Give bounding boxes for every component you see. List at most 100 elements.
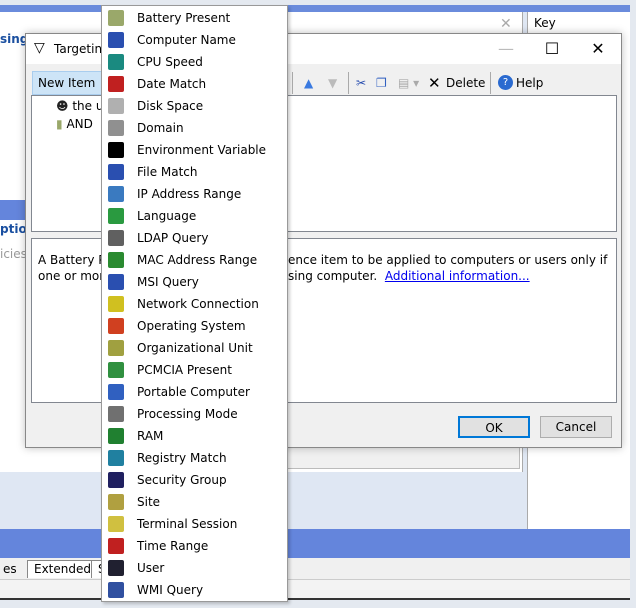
network-computers-icon bbox=[108, 186, 124, 202]
help-button[interactable]: Help bbox=[516, 73, 543, 93]
menu-item[interactable]: Organizational Unit bbox=[102, 337, 287, 359]
menu-item[interactable]: Battery Present bbox=[102, 7, 287, 29]
menu-item[interactable]: MAC Address Range bbox=[102, 249, 287, 271]
group-icon bbox=[108, 472, 124, 488]
menu-item-label: MAC Address Range bbox=[137, 253, 258, 267]
menu-item[interactable]: Portable Computer bbox=[102, 381, 287, 403]
menu-item[interactable]: User bbox=[102, 557, 287, 579]
delete-icon[interactable]: ✕ bbox=[428, 73, 441, 93]
move-down-icon[interactable]: ▼ bbox=[328, 73, 337, 93]
menu-item-label: Time Range bbox=[137, 539, 209, 553]
menu-item-label: Language bbox=[137, 209, 197, 223]
new-item-menu: Battery Present Computer Name CPU Speed Dat… bbox=[101, 5, 288, 602]
network-card-icon bbox=[108, 252, 124, 268]
tree-item-label: the u bbox=[72, 99, 104, 113]
menu-item[interactable]: Environment Variable bbox=[102, 139, 287, 161]
cut-icon[interactable]: ✂ bbox=[356, 73, 366, 93]
key-label: Key bbox=[534, 16, 556, 30]
env-variable-icon bbox=[108, 142, 124, 158]
tab-partial[interactable]: es bbox=[3, 562, 17, 576]
new-item-button[interactable]: New Item ▼ bbox=[32, 71, 104, 112]
menu-item-label: Network Connection bbox=[137, 297, 259, 311]
menu-item-label: LDAP Query bbox=[137, 231, 209, 245]
cancel-button[interactable]: Cancel bbox=[540, 416, 612, 438]
menu-item-label: CPU Speed bbox=[137, 55, 203, 69]
menu-item-label: IP Address Range bbox=[137, 187, 242, 201]
menu-item[interactable]: Date Match bbox=[102, 73, 287, 95]
battery-icon bbox=[108, 10, 124, 26]
script-icon bbox=[108, 406, 124, 422]
menu-item-label: Operating System bbox=[137, 319, 246, 333]
menu-item[interactable]: Security Group bbox=[102, 469, 287, 491]
menu-item-label: Battery Present bbox=[137, 11, 231, 25]
delete-button[interactable]: Delete bbox=[446, 73, 485, 93]
menu-item-label: Environment Variable bbox=[137, 143, 267, 157]
menu-item[interactable]: Network Connection bbox=[102, 293, 287, 315]
menu-item-label: Terminal Session bbox=[137, 517, 238, 531]
copy-icon[interactable]: ❐ bbox=[376, 73, 387, 93]
tree-item[interactable]: ▮ AND bbox=[56, 117, 93, 131]
terminal-session-icon bbox=[108, 516, 124, 532]
menu-item[interactable]: MSI Query bbox=[102, 271, 287, 293]
menu-item-label: Processing Mode bbox=[137, 407, 238, 421]
bg-text: ptio bbox=[0, 222, 27, 236]
menu-item[interactable]: File Match bbox=[102, 161, 287, 183]
battery-icon: ▮ bbox=[56, 117, 63, 131]
menu-item[interactable]: Site bbox=[102, 491, 287, 513]
wmi-icon bbox=[108, 582, 124, 598]
menu-item[interactable]: Domain bbox=[102, 117, 287, 139]
menu-item-label: RAM bbox=[137, 429, 164, 443]
additional-information-link[interactable]: Additional information... bbox=[385, 269, 530, 283]
maximize-button[interactable]: ☐ bbox=[529, 34, 575, 64]
menu-item-label: Computer Name bbox=[137, 33, 236, 47]
network-connection-icon bbox=[108, 296, 124, 312]
menu-item[interactable]: PCMCIA Present bbox=[102, 359, 287, 381]
disk-icon bbox=[108, 98, 124, 114]
menu-item[interactable]: Time Range bbox=[102, 535, 287, 557]
tree-item[interactable]: ☻ the u bbox=[56, 99, 103, 113]
paste-icon[interactable]: ▤ ▾ bbox=[398, 73, 419, 93]
minimize-button[interactable]: — bbox=[483, 34, 529, 64]
bg-close-icon: ✕ bbox=[500, 16, 512, 32]
close-button[interactable]: ✕ bbox=[575, 34, 621, 64]
menu-item-label: Site bbox=[137, 495, 161, 509]
menu-item-label: WMI Query bbox=[137, 583, 204, 597]
windows-icon bbox=[108, 318, 124, 334]
registry-icon bbox=[108, 450, 124, 466]
menu-item-label: Security Group bbox=[137, 473, 227, 487]
menu-item-label: File Match bbox=[137, 165, 198, 179]
blue-band bbox=[0, 529, 630, 558]
menu-item[interactable]: Terminal Session bbox=[102, 513, 287, 535]
laptop-icon bbox=[108, 384, 124, 400]
move-up-icon[interactable]: ▲ bbox=[304, 73, 313, 93]
menu-item[interactable]: CPU Speed bbox=[102, 51, 287, 73]
new-item-label: New Item bbox=[38, 76, 96, 90]
ou-folder-icon bbox=[108, 340, 124, 356]
file-window-icon bbox=[108, 164, 124, 180]
menu-item[interactable]: Disk Space bbox=[102, 95, 287, 117]
status-strip bbox=[0, 580, 630, 600]
menu-item-label: Domain bbox=[137, 121, 184, 135]
globe-icon bbox=[108, 208, 124, 224]
desc-text: A Battery Pr bbox=[38, 253, 111, 267]
menu-item[interactable]: Processing Mode bbox=[102, 403, 287, 425]
msi-icon bbox=[108, 274, 124, 290]
menu-item-label: PCMCIA Present bbox=[137, 363, 232, 377]
menu-item[interactable]: IP Address Range bbox=[102, 183, 287, 205]
help-icon[interactable]: ? bbox=[498, 75, 513, 90]
ok-button[interactable]: OK bbox=[458, 416, 530, 438]
menu-item[interactable]: Operating System bbox=[102, 315, 287, 337]
desc-text: ence item to be applied to computers or … bbox=[288, 253, 608, 267]
menu-item-label: MSI Query bbox=[137, 275, 199, 289]
menu-item[interactable]: Registry Match bbox=[102, 447, 287, 469]
tab-extended[interactable]: Extended bbox=[27, 560, 98, 578]
menu-item-label: Portable Computer bbox=[137, 385, 250, 399]
menu-item[interactable]: WMI Query bbox=[102, 579, 287, 601]
menu-item-label: Organizational Unit bbox=[137, 341, 253, 355]
menu-item[interactable]: Computer Name bbox=[102, 29, 287, 51]
menu-item-label: User bbox=[137, 561, 165, 575]
menu-item[interactable]: RAM bbox=[102, 425, 287, 447]
menu-item[interactable]: Language bbox=[102, 205, 287, 227]
menu-item[interactable]: LDAP Query bbox=[102, 227, 287, 249]
site-icon bbox=[108, 494, 124, 510]
